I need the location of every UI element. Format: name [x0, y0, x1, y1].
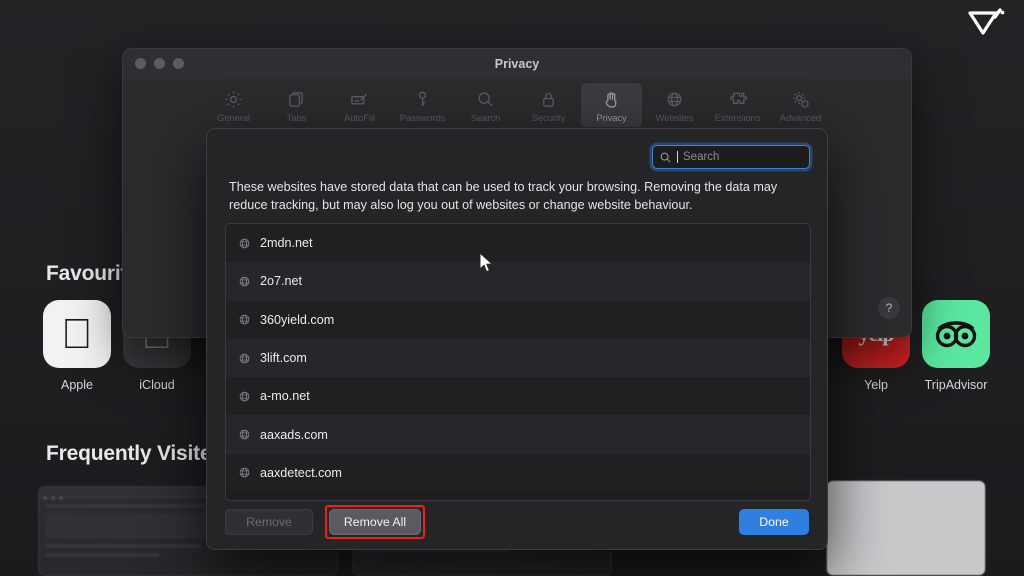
website-name: aaxads.com — [260, 427, 328, 442]
globe-icon — [238, 352, 251, 365]
key-icon — [392, 88, 453, 110]
list-item[interactable]: 360yield.com — [226, 300, 810, 339]
sheet-description: These websites have stored data that can… — [229, 180, 778, 212]
globe-icon — [644, 88, 705, 110]
tab-privacy[interactable]: Privacy — [581, 83, 642, 127]
tab-passwords[interactable]: Passwords — [392, 83, 453, 127]
tab-label: Tabs — [286, 113, 307, 124]
tab-label: General — [216, 113, 251, 124]
search-input[interactable]: Search — [652, 145, 810, 169]
search-container: Search — [652, 145, 810, 169]
remove-all-button[interactable]: Remove All — [329, 509, 421, 535]
favourite-tripadvisor[interactable]: TripAdvisor — [901, 300, 1011, 392]
tab-extensions[interactable]: Extensions — [707, 83, 768, 127]
search-icon — [660, 152, 671, 162]
traffic-lights[interactable] — [135, 58, 184, 69]
puzzle-icon — [707, 88, 768, 110]
apple-icon:  — [43, 300, 111, 368]
tab-label: Advanced — [779, 113, 822, 124]
search-icon — [455, 88, 516, 110]
website-name: 3lift.com — [260, 351, 307, 366]
favourite-label: TripAdvisor — [924, 378, 988, 392]
list-item[interactable]: 2o7.net — [226, 262, 810, 301]
list-item[interactable]: 3lift.com — [226, 338, 810, 378]
tab-security[interactable]: Security — [518, 83, 579, 127]
minimize-button[interactable] — [154, 58, 165, 69]
globe-icon — [238, 237, 251, 250]
tab-autofill[interactable]: AutoFill — [329, 83, 390, 127]
globe-icon — [238, 428, 251, 441]
tab-label: Privacy — [596, 113, 627, 124]
preferences-toolbar: General Tabs AutoFill Passwords Search S… — [123, 79, 911, 135]
tab-label: Websites — [655, 113, 694, 124]
tab-label: Security — [531, 113, 566, 124]
tab-label: Passwords — [399, 113, 446, 124]
watermark-logo — [966, 8, 1008, 41]
lock-icon — [518, 88, 579, 110]
globe-icon — [238, 466, 251, 479]
advanced-icon — [770, 88, 831, 110]
tab-label: Extensions — [714, 113, 761, 124]
frequently-visited-thumbnail[interactable] — [826, 480, 986, 576]
sheet-button-bar: Remove Remove All Done — [225, 505, 809, 539]
done-button[interactable]: Done — [739, 509, 809, 535]
tab-tabs[interactable]: Tabs — [266, 83, 327, 127]
tab-general[interactable]: General — [203, 83, 264, 127]
window-titlebar: Privacy — [123, 49, 911, 79]
tabs-icon — [266, 88, 327, 110]
website-name: 2mdn.net — [260, 236, 313, 251]
close-button[interactable] — [135, 58, 146, 69]
website-name: 2o7.net — [260, 274, 303, 289]
search-placeholder: Search — [683, 151, 720, 163]
website-name: aaxdetect.com — [260, 465, 342, 480]
list-item[interactable]: 2mdn.net — [226, 224, 810, 263]
list-item[interactable]: a-mo.net — [226, 377, 810, 416]
zoom-button[interactable] — [173, 58, 184, 69]
text-caret — [677, 151, 678, 163]
tab-label: AutoFill — [344, 113, 375, 124]
website-data-sheet: Search These websites have stored data t… — [206, 128, 828, 550]
tripadvisor-owl-icon — [922, 300, 990, 368]
website-name: 360yield.com — [260, 312, 335, 327]
tab-label: Search — [470, 113, 501, 124]
hand-icon — [581, 88, 642, 110]
help-button[interactable]: ? — [878, 297, 900, 319]
globe-icon — [238, 390, 251, 403]
window-title: Privacy — [494, 57, 540, 71]
list-item[interactable]: aaxdetect.com — [226, 453, 810, 493]
list-item[interactable]: aaxads.com — [226, 415, 810, 454]
website-list[interactable]: 2mdn.net 2o7.net 360yield.com 3lift.com … — [225, 223, 811, 501]
globe-icon — [238, 275, 251, 288]
mouse-cursor — [479, 251, 494, 279]
gear-icon — [203, 88, 264, 110]
globe-icon — [238, 313, 251, 326]
frequently-visited-heading: Frequently Visited — [46, 442, 225, 465]
favourite-label: iCloud — [139, 378, 175, 392]
tab-search[interactable]: Search — [455, 83, 516, 127]
remove-button[interactable]: Remove — [225, 509, 313, 535]
website-name: a-mo.net — [260, 389, 310, 404]
tab-advanced[interactable]: Advanced — [770, 83, 831, 127]
tab-websites[interactable]: Websites — [644, 83, 705, 127]
autofill-icon — [329, 88, 390, 110]
